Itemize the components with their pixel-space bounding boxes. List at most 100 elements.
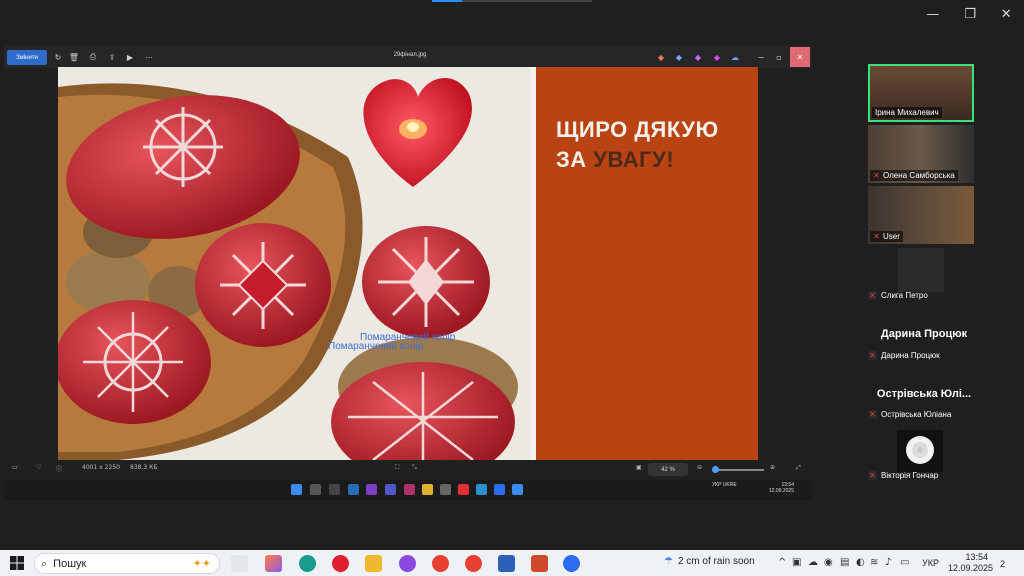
- more-icon[interactable]: ⋯: [143, 50, 155, 64]
- remote-photos-icon[interactable]: [512, 484, 523, 495]
- clipchamp-icon[interactable]: ◆: [711, 50, 723, 64]
- remote-app-icon[interactable]: [404, 484, 415, 495]
- fit-icon[interactable]: ⛶: [395, 464, 399, 472]
- file-name: 29фінал.jpg: [393, 52, 427, 58]
- app-restore-icon[interactable]: ▫: [773, 50, 785, 64]
- chrome-profile-icon[interactable]: [465, 555, 482, 572]
- taskbar-search[interactable]: ⌕ Пошук ✦✦: [34, 553, 220, 574]
- remote-start-icon[interactable]: [291, 484, 302, 495]
- actual-size-icon[interactable]: ⤡: [412, 464, 417, 472]
- task-view-icon[interactable]: [231, 555, 248, 572]
- weather-widget[interactable]: ☂ 2 cm of rain soon: [664, 556, 755, 567]
- window-controls: — ❐ ✕: [914, 0, 1024, 28]
- slide-title-accent: УВАГУ!: [593, 147, 675, 172]
- share-icon[interactable]: ⇪: [106, 50, 118, 64]
- participant-avatar[interactable]: [898, 248, 944, 292]
- minimize-button[interactable]: —: [926, 7, 939, 22]
- mic-muted-icon: ✕: [873, 171, 880, 180]
- remote-opera-icon[interactable]: [458, 484, 469, 495]
- participant-avatar[interactable]: [897, 430, 943, 472]
- filmstrip-icon[interactable]: ▭: [12, 464, 18, 471]
- mic-muted-icon: ✕: [873, 232, 880, 241]
- photo-view: ЩИРО ДЯКУЮ ЗА УВАГУ! Помаранчевий колір …: [58, 67, 758, 460]
- zoom-slider[interactable]: [712, 469, 764, 471]
- powerpoint-icon[interactable]: [531, 555, 548, 572]
- tray-app-icon[interactable]: ◉: [824, 557, 833, 568]
- remote-app-icon[interactable]: [366, 484, 377, 495]
- tray-app-icon[interactable]: ▤: [840, 557, 849, 568]
- copilot-sparkle-icon: ✦✦: [192, 558, 211, 570]
- delete-icon[interactable]: 🗑: [68, 50, 80, 64]
- edge-icon[interactable]: [299, 555, 316, 572]
- remote-clock: 13:54 12.09.2025: [764, 482, 794, 494]
- rose-icon: [906, 436, 934, 464]
- participant-display-name: Дарина Процюк: [880, 328, 968, 340]
- participant-name-text: Острівська Юліана: [881, 410, 952, 419]
- tray-app-icon[interactable]: ◐: [856, 557, 865, 568]
- remote-taskview-icon[interactable]: [329, 484, 340, 495]
- favorite-icon[interactable]: ♡: [36, 464, 41, 471]
- mic-muted-icon: ✕: [868, 471, 877, 480]
- zoom-level[interactable]: 42 %: [648, 463, 688, 476]
- remote-zoom-icon[interactable]: [494, 484, 505, 495]
- participant-tile[interactable]: Ірина Михалевич: [868, 64, 974, 122]
- edit-button[interactable]: Змінити: [7, 50, 47, 65]
- zoom-app-icon[interactable]: [563, 555, 580, 572]
- participant-tile[interactable]: ✕ User: [868, 186, 974, 244]
- notification-badge[interactable]: 2: [994, 555, 1011, 572]
- slide-title-line1: ЩИРО ДЯКУЮ: [556, 117, 719, 142]
- tray-cloud-icon[interactable]: ☁: [808, 557, 818, 568]
- effects-icon[interactable]: ◆: [692, 50, 704, 64]
- volume-icon[interactable]: ♪: [885, 557, 891, 568]
- slideshow-icon[interactable]: ▶: [124, 50, 136, 64]
- chrome-icon[interactable]: [432, 555, 449, 572]
- remote-app-icon[interactable]: [440, 484, 451, 495]
- info-icon[interactable]: ⓘ: [56, 464, 62, 473]
- remote-search-icon[interactable]: [310, 484, 321, 495]
- viber-icon[interactable]: [399, 555, 416, 572]
- participant-label: ✕ Слига Петро: [868, 291, 928, 300]
- input-language[interactable]: УКР: [922, 558, 939, 568]
- cloud-icon[interactable]: ☁: [729, 50, 741, 64]
- remote-teams-icon[interactable]: [385, 484, 396, 495]
- photos-statusbar: [4, 461, 812, 479]
- battery-icon[interactable]: ▭: [900, 557, 909, 568]
- app-minimize-icon[interactable]: −: [755, 50, 767, 64]
- word-icon[interactable]: [498, 555, 515, 572]
- designer-icon[interactable]: ◆: [673, 50, 685, 64]
- remote-explorer-icon[interactable]: [422, 484, 433, 495]
- app-close-button[interactable]: ✕: [790, 47, 810, 67]
- wifi-icon[interactable]: ≋: [870, 557, 878, 568]
- search-icon: ⌕: [41, 556, 48, 570]
- zoom-in-icon[interactable]: ⊕: [770, 464, 775, 471]
- print-icon[interactable]: ⎙: [87, 50, 99, 64]
- screenshot-icon[interactable]: ▣: [636, 464, 642, 471]
- file-explorer-icon[interactable]: [365, 555, 382, 572]
- copilot-icon[interactable]: [265, 555, 282, 572]
- participant-display-name: Острівська Юлі...: [876, 388, 972, 400]
- copilot-icon[interactable]: ◆: [655, 50, 667, 64]
- tray-app-icon[interactable]: ▣: [792, 557, 801, 568]
- file-size: 838.3 КБ: [130, 464, 158, 471]
- zoom-out-icon[interactable]: ⊖: [697, 464, 702, 471]
- windows-start-icon[interactable]: [10, 556, 24, 570]
- system-clock[interactable]: 13:54 12.09.2025: [948, 552, 993, 574]
- close-button[interactable]: ✕: [1001, 7, 1012, 22]
- participant-tile[interactable]: ✕ Олена Самборська: [868, 125, 974, 183]
- fullscreen-icon[interactable]: ⤢: [796, 464, 801, 472]
- opera-icon[interactable]: [332, 555, 349, 572]
- zoom-slider-thumb[interactable]: [712, 466, 719, 473]
- participant-name: Ірина Михалевич: [872, 107, 942, 118]
- participant-name-text: Олена Самборська: [883, 171, 955, 180]
- image-dimensions: 4001 x 2250: [82, 464, 120, 471]
- remote-app-icon[interactable]: [476, 484, 487, 495]
- remote-date: 12.09.2025: [768, 488, 794, 494]
- rotate-icon[interactable]: ↻: [52, 50, 64, 64]
- weather-text: 2 cm of rain soon: [677, 556, 755, 567]
- remote-lang[interactable]: УКР UKRE: [712, 482, 737, 488]
- participant-name-text: Вікторія Гончар: [881, 471, 939, 480]
- tray-chevron-icon[interactable]: ^: [778, 557, 786, 568]
- remote-app-icon[interactable]: [348, 484, 359, 495]
- restore-button[interactable]: ❐: [964, 7, 976, 22]
- mic-muted-icon: ✕: [868, 291, 877, 300]
